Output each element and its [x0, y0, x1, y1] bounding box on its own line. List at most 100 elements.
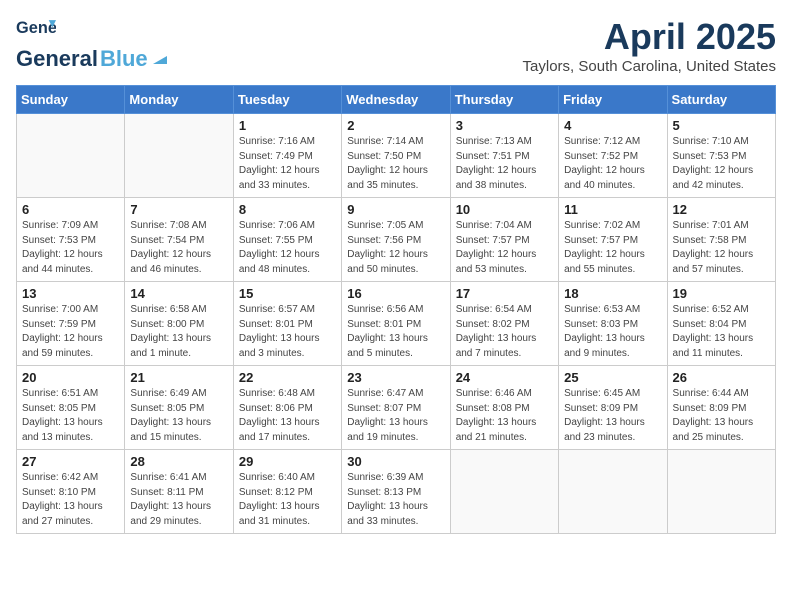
day-info: Sunrise: 7:14 AM Sunset: 7:50 PM Dayligh…: [347, 135, 444, 193]
calendar-day-10: 10 Sunrise: 7:04 AM Sunset: 7:57 PM Dayli…: [450, 198, 558, 282]
day-info: Sunrise: 6:42 AM Sunset: 8:10 PM Dayligh…: [22, 471, 119, 529]
calendar-day-21: 21 Sunrise: 6:49 AM Sunset: 8:05 PM Dayli…: [125, 366, 233, 450]
day-number: 19: [673, 286, 770, 301]
calendar-day-18: 18 Sunrise: 6:53 AM Sunset: 8:03 PM Dayli…: [559, 282, 667, 366]
calendar-day-4: 4 Sunrise: 7:12 AM Sunset: 7:52 PM Daylig…: [559, 114, 667, 198]
calendar-day-24: 24Sunrise: 6:46 AM Sunset: 8:08 PM Dayli…: [450, 366, 558, 450]
calendar-week-2: 6Sunrise: 7:09 AM Sunset: 7:53 PM Daylig…: [17, 198, 776, 282]
day-number: 29: [239, 454, 336, 469]
day-info: Sunrise: 6:41 AM Sunset: 8:11 PM Dayligh…: [130, 471, 227, 529]
day-info: Sunrise: 6:58 AM Sunset: 8:00 PM Dayligh…: [130, 303, 227, 361]
logo-blue: Blue: [100, 46, 148, 72]
day-info: Sunrise: 7:01 AM Sunset: 7:58 PM Dayligh…: [673, 219, 770, 277]
calendar-empty-cell: [17, 114, 125, 198]
day-number: 6: [22, 202, 119, 217]
day-number: 10: [456, 202, 553, 217]
calendar-week-4: 20Sunrise: 6:51 AM Sunset: 8:05 PM Dayli…: [17, 366, 776, 450]
day-number: 14: [130, 286, 227, 301]
calendar-empty-cell: [125, 114, 233, 198]
day-number: 13: [22, 286, 119, 301]
calendar-week-3: 13 Sunrise: 7:00 AM Sunset: 7:59 PM Dayli…: [17, 282, 776, 366]
day-number: 1: [239, 118, 336, 133]
col-header-sunday: Sunday: [17, 86, 125, 114]
day-info: Sunrise: 7:10 AM Sunset: 7:53 PM Dayligh…: [673, 135, 770, 193]
calendar-day-2: 2Sunrise: 7:14 AM Sunset: 7:50 PM Daylig…: [342, 114, 450, 198]
day-number: 3: [456, 118, 553, 133]
day-number: 15: [239, 286, 336, 301]
calendar-table: SundayMondayTuesdayWednesdayThursdayFrid…: [16, 85, 776, 534]
calendar-day-5: 5 Sunrise: 7:10 AM Sunset: 7:53 PM Daylig…: [667, 114, 775, 198]
day-info: Sunrise: 7:16 AM Sunset: 7:49 PM Dayligh…: [239, 135, 336, 193]
day-number: 9: [347, 202, 444, 217]
header: General General Blue April 2025 Taylors,…: [16, 16, 776, 75]
day-number: 30: [347, 454, 444, 469]
day-info: Sunrise: 7:04 AM Sunset: 7:57 PM Dayligh…: [456, 219, 553, 277]
logo-general: General: [16, 46, 98, 72]
day-info: Sunrise: 7:06 AM Sunset: 7:55 PM Dayligh…: [239, 219, 336, 277]
day-number: 25: [564, 370, 661, 385]
calendar-day-26: 26 Sunrise: 6:44 AM Sunset: 8:09 PM Dayli…: [667, 366, 775, 450]
calendar-day-1: 1 Sunrise: 7:16 AM Sunset: 7:49 PM Daylig…: [233, 114, 341, 198]
day-info: Sunrise: 6:54 AM Sunset: 8:02 PM Dayligh…: [456, 303, 553, 361]
logo-triangle-icon: [151, 48, 169, 66]
calendar-title: April 2025: [523, 16, 776, 58]
calendar-empty-cell: [450, 450, 558, 534]
calendar-day-14: 14 Sunrise: 6:58 AM Sunset: 8:00 PM Dayli…: [125, 282, 233, 366]
day-info: Sunrise: 6:44 AM Sunset: 8:09 PM Dayligh…: [673, 387, 770, 445]
calendar-day-25: 25 Sunrise: 6:45 AM Sunset: 8:09 PM Dayli…: [559, 366, 667, 450]
day-number: 24: [456, 370, 553, 385]
calendar-week-1: 1 Sunrise: 7:16 AM Sunset: 7:49 PM Daylig…: [17, 114, 776, 198]
day-info: Sunrise: 6:48 AM Sunset: 8:06 PM Dayligh…: [239, 387, 336, 445]
day-info: Sunrise: 6:40 AM Sunset: 8:12 PM Dayligh…: [239, 471, 336, 529]
col-header-thursday: Thursday: [450, 86, 558, 114]
day-info: Sunrise: 7:13 AM Sunset: 7:51 PM Dayligh…: [456, 135, 553, 193]
day-info: Sunrise: 6:45 AM Sunset: 8:09 PM Dayligh…: [564, 387, 661, 445]
day-number: 20: [22, 370, 119, 385]
calendar-day-6: 6Sunrise: 7:09 AM Sunset: 7:53 PM Daylig…: [17, 198, 125, 282]
calendar-day-20: 20Sunrise: 6:51 AM Sunset: 8:05 PM Dayli…: [17, 366, 125, 450]
day-info: Sunrise: 6:53 AM Sunset: 8:03 PM Dayligh…: [564, 303, 661, 361]
calendar-day-9: 9 Sunrise: 7:05 AM Sunset: 7:56 PM Daylig…: [342, 198, 450, 282]
day-number: 18: [564, 286, 661, 301]
day-number: 12: [673, 202, 770, 217]
calendar-day-19: 19Sunrise: 6:52 AM Sunset: 8:04 PM Dayli…: [667, 282, 775, 366]
calendar-day-13: 13 Sunrise: 7:00 AM Sunset: 7:59 PM Dayli…: [17, 282, 125, 366]
calendar-day-29: 29 Sunrise: 6:40 AM Sunset: 8:12 PM Dayli…: [233, 450, 341, 534]
calendar-day-12: 12 Sunrise: 7:01 AM Sunset: 7:58 PM Dayli…: [667, 198, 775, 282]
calendar-day-16: 16 Sunrise: 6:56 AM Sunset: 8:01 PM Dayli…: [342, 282, 450, 366]
calendar-day-11: 11Sunrise: 7:02 AM Sunset: 7:57 PM Dayli…: [559, 198, 667, 282]
calendar-day-30: 30 Sunrise: 6:39 AM Sunset: 8:13 PM Dayli…: [342, 450, 450, 534]
calendar-day-17: 17Sunrise: 6:54 AM Sunset: 8:02 PM Dayli…: [450, 282, 558, 366]
day-info: Sunrise: 6:39 AM Sunset: 8:13 PM Dayligh…: [347, 471, 444, 529]
day-info: Sunrise: 7:00 AM Sunset: 7:59 PM Dayligh…: [22, 303, 119, 361]
day-number: 16: [347, 286, 444, 301]
calendar-day-15: 15Sunrise: 6:57 AM Sunset: 8:01 PM Dayli…: [233, 282, 341, 366]
day-number: 8: [239, 202, 336, 217]
day-info: Sunrise: 6:47 AM Sunset: 8:07 PM Dayligh…: [347, 387, 444, 445]
day-info: Sunrise: 7:05 AM Sunset: 7:56 PM Dayligh…: [347, 219, 444, 277]
col-header-wednesday: Wednesday: [342, 86, 450, 114]
day-info: Sunrise: 6:49 AM Sunset: 8:05 PM Dayligh…: [130, 387, 227, 445]
col-header-friday: Friday: [559, 86, 667, 114]
day-number: 5: [673, 118, 770, 133]
calendar-week-5: 27Sunrise: 6:42 AM Sunset: 8:10 PM Dayli…: [17, 450, 776, 534]
day-number: 26: [673, 370, 770, 385]
calendar-empty-cell: [667, 450, 775, 534]
calendar-day-8: 8 Sunrise: 7:06 AM Sunset: 7:55 PM Daylig…: [233, 198, 341, 282]
calendar-day-28: 28 Sunrise: 6:41 AM Sunset: 8:11 PM Dayli…: [125, 450, 233, 534]
calendar-day-22: 22Sunrise: 6:48 AM Sunset: 8:06 PM Dayli…: [233, 366, 341, 450]
day-info: Sunrise: 7:12 AM Sunset: 7:52 PM Dayligh…: [564, 135, 661, 193]
day-number: 23: [347, 370, 444, 385]
col-header-tuesday: Tuesday: [233, 86, 341, 114]
calendar-day-27: 27Sunrise: 6:42 AM Sunset: 8:10 PM Dayli…: [17, 450, 125, 534]
logo: General General Blue: [16, 16, 169, 72]
day-number: 4: [564, 118, 661, 133]
day-info: Sunrise: 6:56 AM Sunset: 8:01 PM Dayligh…: [347, 303, 444, 361]
day-number: 28: [130, 454, 227, 469]
calendar-header-row: SundayMondayTuesdayWednesdayThursdayFrid…: [17, 86, 776, 114]
day-number: 7: [130, 202, 227, 217]
day-number: 21: [130, 370, 227, 385]
day-number: 11: [564, 202, 661, 217]
location-subtitle: Taylors, South Carolina, United States: [523, 58, 776, 75]
calendar-empty-cell: [559, 450, 667, 534]
